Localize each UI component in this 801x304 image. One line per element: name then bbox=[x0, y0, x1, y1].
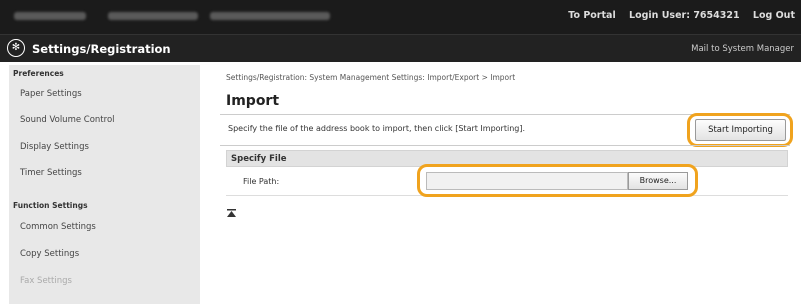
sidebar-item-fax-settings[interactable]: Fax Settings bbox=[20, 276, 72, 286]
page-title: Import bbox=[226, 93, 280, 109]
sidebar: Preferences Paper Settings Sound Volume … bbox=[9, 65, 200, 304]
file-path-input[interactable] bbox=[426, 172, 628, 190]
title-bar: ✻ Settings/Registration Mail to System M… bbox=[0, 34, 801, 62]
browse-button[interactable]: Browse... bbox=[628, 172, 688, 190]
back-to-top-icon[interactable] bbox=[227, 209, 236, 217]
gear-settings-icon: ✻ bbox=[7, 39, 25, 57]
mail-to-system-manager-link[interactable]: Mail to System Manager bbox=[691, 44, 794, 54]
top-links: To Portal Login User: 7654321 Log Out bbox=[558, 10, 795, 21]
blurred-device-info bbox=[210, 12, 330, 20]
blurred-device-info bbox=[108, 12, 198, 20]
sidebar-item-display-settings[interactable]: Display Settings bbox=[20, 142, 89, 152]
sidebar-item-timer-settings[interactable]: Timer Settings bbox=[20, 168, 82, 178]
instruction-text: Specify the file of the address book to … bbox=[228, 124, 526, 133]
sidebar-item-common-settings[interactable]: Common Settings bbox=[20, 222, 96, 232]
app-title: Settings/Registration bbox=[32, 42, 171, 56]
log-out-link[interactable]: Log Out bbox=[753, 10, 795, 21]
blurred-device-name bbox=[14, 12, 86, 20]
file-path-label: File Path: bbox=[243, 177, 280, 186]
sidebar-item-copy-settings[interactable]: Copy Settings bbox=[20, 249, 79, 259]
login-user-label: Login User: 7654321 bbox=[629, 10, 740, 21]
to-portal-link[interactable]: To Portal bbox=[568, 10, 615, 21]
sidebar-item-sound-volume-control[interactable]: Sound Volume Control bbox=[20, 115, 115, 125]
breadcrumb: Settings/Registration: System Management… bbox=[226, 73, 516, 82]
instruction-divider bbox=[220, 145, 790, 146]
start-importing-button[interactable]: Start Importing bbox=[695, 119, 786, 141]
sidebar-section-function-settings: Function Settings bbox=[13, 201, 88, 210]
sidebar-section-preferences: Preferences bbox=[13, 69, 64, 78]
sidebar-item-paper-settings[interactable]: Paper Settings bbox=[20, 89, 82, 99]
top-bar: To Portal Login User: 7654321 Log Out bbox=[0, 0, 801, 34]
specify-file-title: Specify File bbox=[231, 154, 287, 164]
